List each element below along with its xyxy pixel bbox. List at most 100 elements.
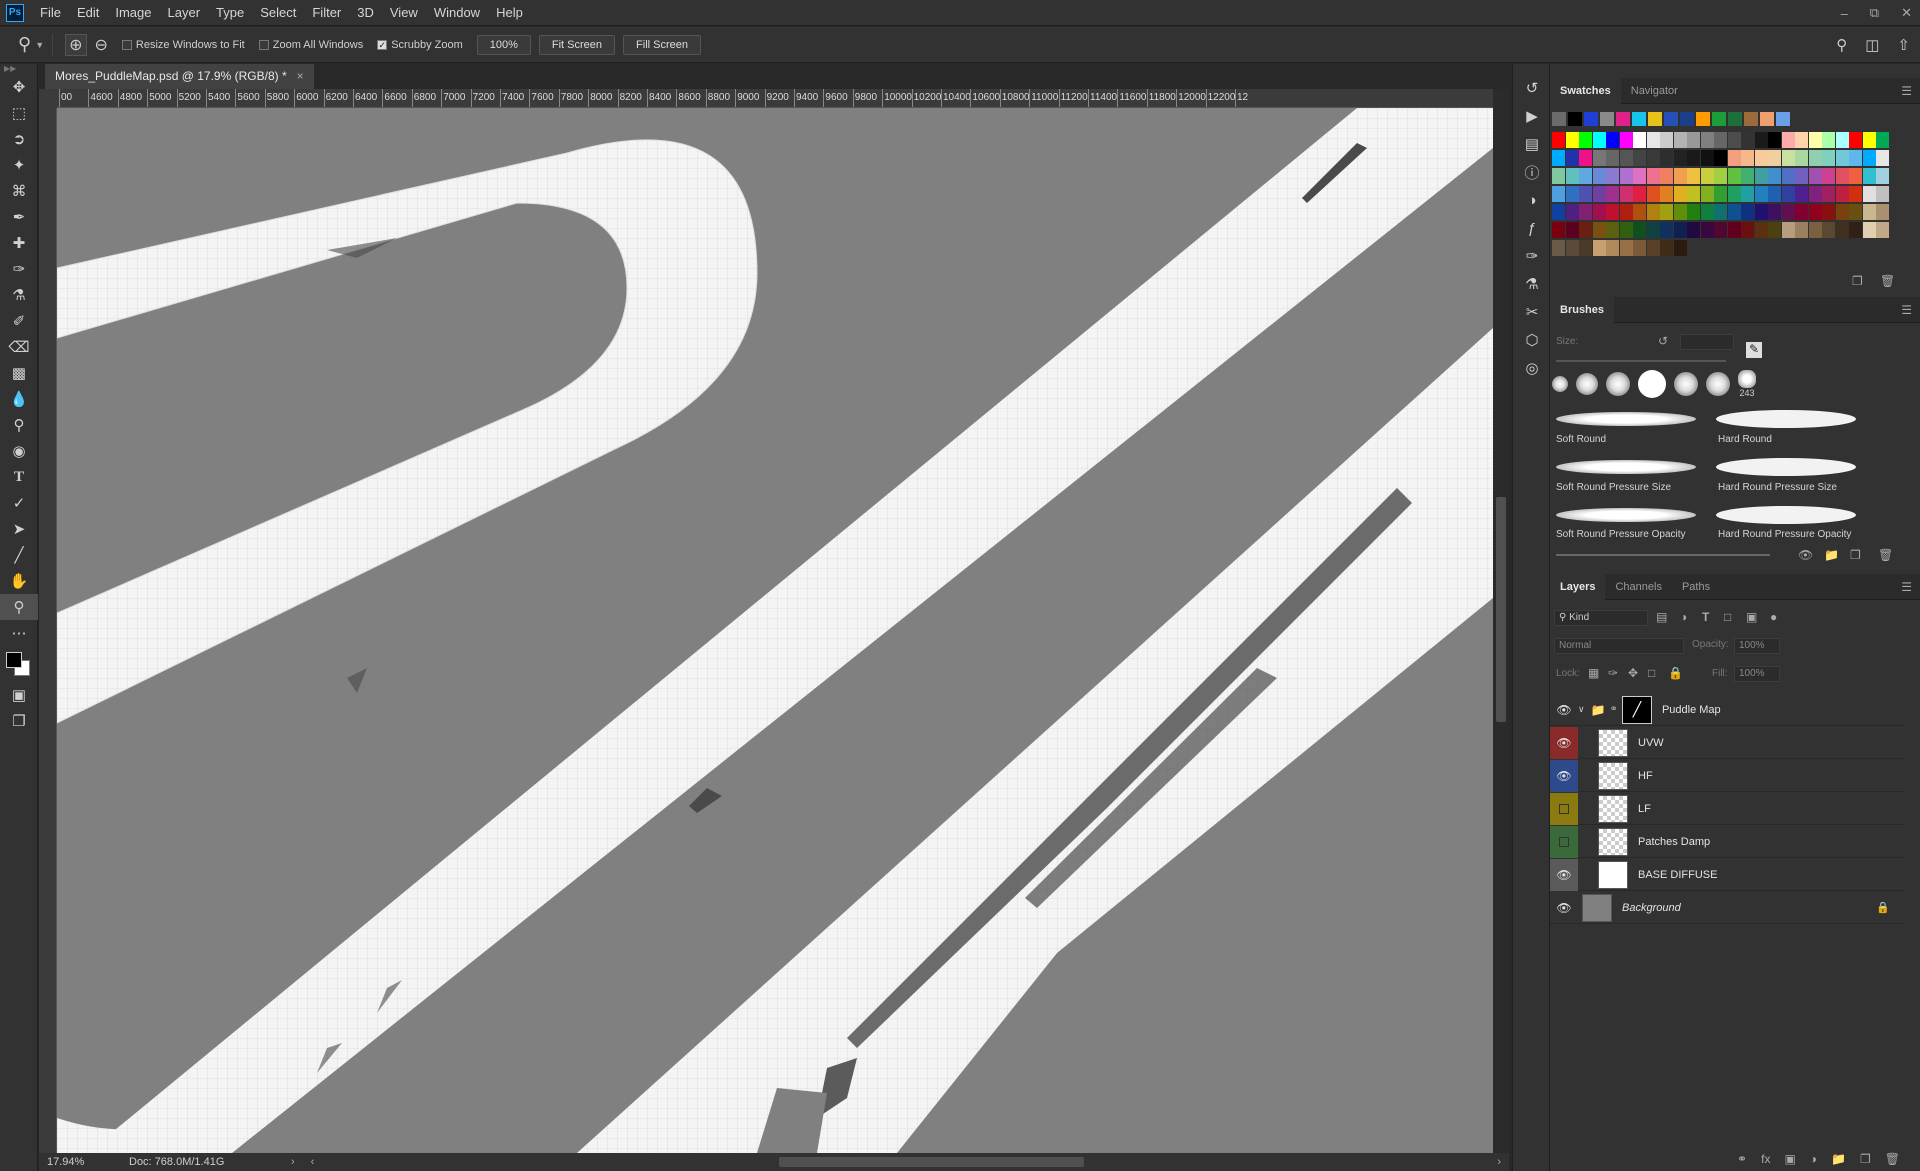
vertical-scrollbar[interactable] [1493,89,1509,1153]
brush-preset[interactable] [1576,373,1598,395]
brush-preset[interactable]: 243 [1738,370,1756,398]
search-icon[interactable]: ⚲ [1836,36,1847,54]
chevron-down-icon[interactable]: ∨ [1578,704,1585,715]
marquee-tool-icon[interactable]: ⬚ [0,100,38,126]
menu-select[interactable]: Select [252,0,304,26]
color-swatch[interactable] [1781,222,1795,238]
color-swatch[interactable] [1822,150,1835,166]
opacity-field[interactable]: 100% [1734,638,1780,654]
menu-3d[interactable]: 3D [349,0,382,26]
color-swatch[interactable] [1552,132,1565,148]
color-swatch[interactable] [1700,150,1714,166]
delete-brush-icon[interactable]: 🗑 [1878,548,1893,562]
close-icon[interactable]: ✕ [1901,5,1912,21]
layer-filter-select[interactable]: ⚲ Kind [1554,610,1648,626]
eyedropper-tool-icon[interactable]: ✒ [0,204,38,230]
color-swatch[interactable] [1849,204,1862,220]
color-swatch[interactable] [1633,204,1646,220]
color-swatch[interactable] [1619,204,1633,220]
lasso-tool-icon[interactable]: ➲ [0,126,38,152]
color-swatch[interactable] [1552,168,1565,184]
color-swatch[interactable] [1673,222,1687,238]
color-swatch[interactable] [1565,204,1579,220]
color-swatch[interactable] [1795,186,1808,202]
color-swatch[interactable] [1808,168,1822,184]
color-swatch[interactable] [1822,168,1835,184]
color-swatch[interactable] [1646,222,1660,238]
tab-swatches[interactable]: Swatches [1550,77,1621,104]
blend-mode-select[interactable]: Normal [1554,638,1684,654]
color-swatch[interactable] [1646,132,1660,148]
new-group-icon[interactable]: 📁 [1824,548,1839,562]
zoom-tool-icon[interactable]: ⚲ [0,594,38,620]
color-swatch[interactable] [1727,222,1741,238]
color-swatch[interactable] [1633,150,1646,166]
restore-icon[interactable]: ⧉ [1870,5,1879,21]
color-swatch[interactable] [1700,168,1714,184]
color-swatch[interactable] [1633,186,1646,202]
visibility-toggle[interactable] [1550,825,1578,858]
layer-row-hf[interactable]: 👁 HF [1550,759,1904,792]
color-swatch[interactable] [1849,132,1862,148]
layer-mask-thumbnail[interactable]: ╱ [1621,695,1652,724]
color-swatch[interactable] [1876,186,1889,202]
horizontal-scroll-thumb[interactable] [779,1157,1084,1167]
document-canvas[interactable] [57,108,1493,1153]
color-swatch[interactable] [1822,204,1835,220]
filter-smart-object-icon[interactable]: ▣ [1746,610,1757,624]
tab-brushes[interactable]: Brushes [1550,296,1615,323]
visibility-toggle[interactable] [1550,792,1578,825]
pen-tool-icon[interactable]: ✓ [0,490,38,516]
menu-view[interactable]: View [382,0,426,26]
color-swatch[interactable] [1768,222,1781,238]
type-tool-icon[interactable]: T [0,464,38,490]
color-swatch[interactable] [1862,204,1876,220]
screen-mode-icon[interactable]: ❐ [0,708,38,734]
color-swatch[interactable] [1727,168,1741,184]
color-swatch[interactable] [1862,132,1876,148]
color-swatch[interactable] [1552,186,1565,202]
filter-adjustment-icon[interactable]: ◑ [1680,610,1687,624]
color-swatch[interactable] [1808,204,1822,220]
brush-size-field[interactable] [1680,334,1734,350]
color-swatch[interactable] [1579,222,1592,238]
color-swatch[interactable] [1606,150,1619,166]
move-tool-icon[interactable]: ✥ [0,74,38,100]
color-swatch[interactable] [1646,240,1660,256]
close-tab-icon[interactable]: × [297,69,304,83]
zoom-in-icon[interactable]: ⊕ [65,33,87,56]
brush-name[interactable]: Hard Round Pressure Opacity [1718,529,1851,540]
brush-preset[interactable] [1606,372,1630,396]
lock-artboard-icon[interactable]: □ [1648,666,1655,680]
tab-paths[interactable]: Paths [1672,574,1720,600]
color-swatch[interactable] [1673,150,1687,166]
scroll-left-icon[interactable]: ‹ [311,1156,315,1168]
color-swatch[interactable] [1876,204,1889,220]
color-swatch[interactable] [1714,186,1727,202]
lock-transparent-icon[interactable]: ▦ [1588,666,1599,680]
magic-wand-tool-icon[interactable]: ✦ [0,152,38,178]
more-tools-icon[interactable]: ⋯ [0,620,38,646]
layer-row-lf[interactable]: LF [1550,792,1904,825]
color-swatch[interactable] [1646,150,1660,166]
collapse-icon[interactable]: ▶▶ [0,64,37,74]
color-swatch[interactable] [1876,132,1889,148]
color-swatch[interactable] [1552,240,1565,256]
recent-swatch[interactable] [1744,112,1758,126]
color-swatch[interactable] [1687,204,1700,220]
new-brush-icon[interactable]: ❐ [1850,548,1861,562]
color-swatch[interactable] [1727,204,1741,220]
color-swatch[interactable] [1673,168,1687,184]
recent-swatch[interactable] [1776,112,1790,126]
color-swatch[interactable] [1673,204,1687,220]
color-swatch[interactable] [1835,222,1849,238]
color-swatch[interactable] [1552,150,1565,166]
color-swatch[interactable] [1687,222,1700,238]
document-tab[interactable]: Mores_PuddleMap.psd @ 17.9% (RGB/8) * × [45,64,314,89]
color-swatch[interactable] [1714,204,1727,220]
add-mask-icon[interactable]: ▣ [1784,1152,1795,1166]
menu-edit[interactable]: Edit [69,0,107,26]
brush-tool-icon[interactable]: ✑ [0,256,38,282]
color-swatch[interactable] [1808,150,1822,166]
brush-name[interactable]: Hard Round Pressure Size [1718,482,1837,493]
